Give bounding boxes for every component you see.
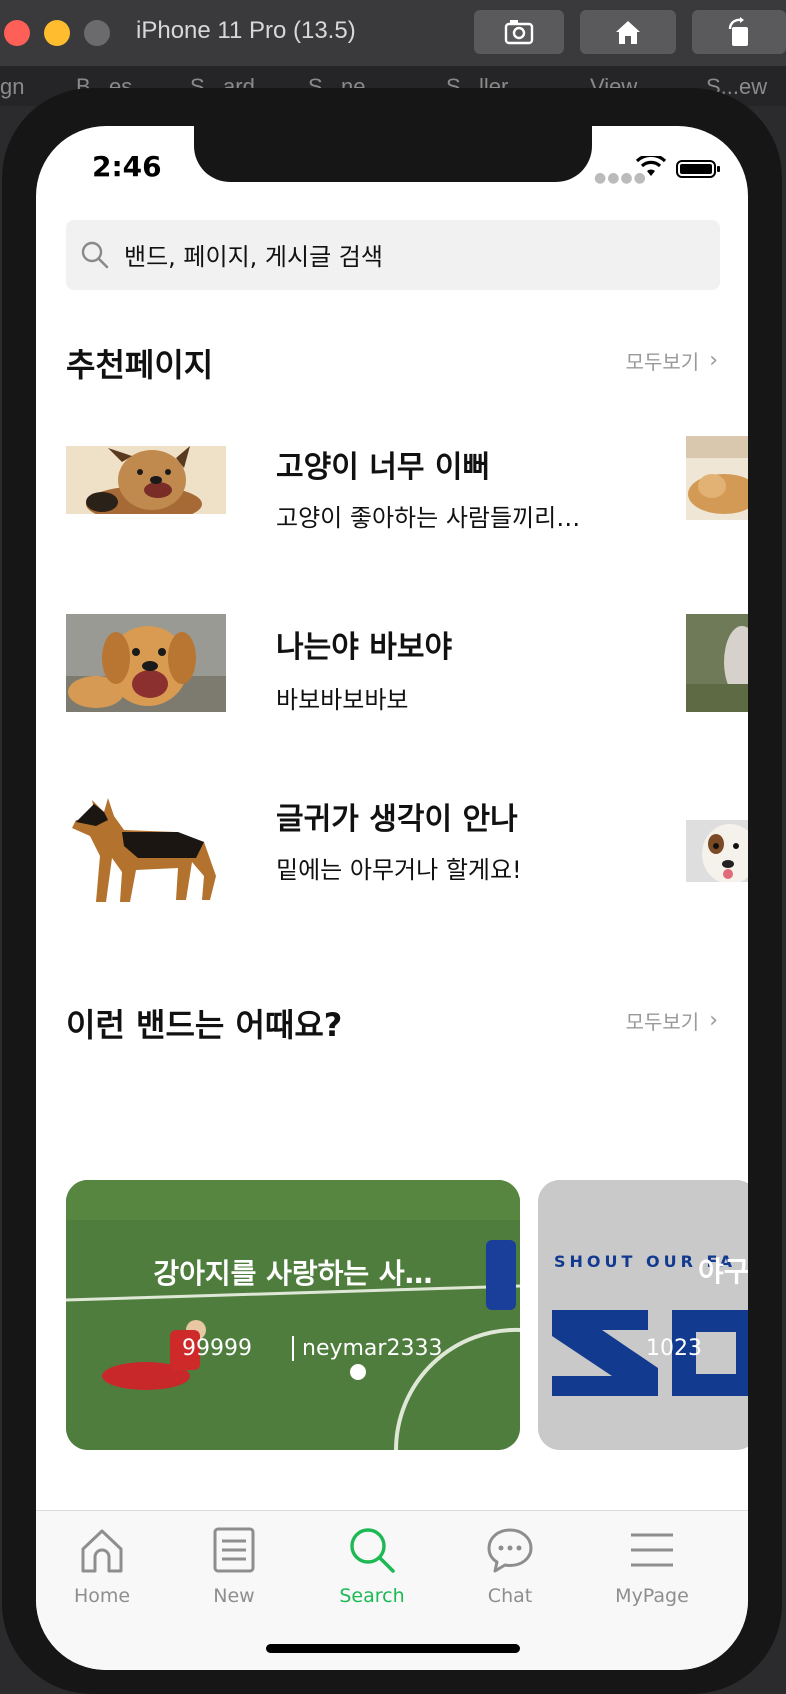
simulator-title: iPhone 11 Pro (13.5) [136,17,356,44]
tab-label: New [213,1585,255,1607]
tab-label: MyPage [615,1585,689,1607]
tab-label: Chat [487,1585,533,1607]
tab-label: Home [73,1585,131,1607]
band-see-all-link[interactable]: 모두보기 › [626,1006,718,1035]
rotate-icon [728,17,748,46]
band-card[interactable]: SHOUT OUR FA 야구 1023 [538,1180,748,1450]
band-member-count: 1023 [646,1336,702,1361]
band-card[interactable]: 강아지를 사랑하는 사… 99999 neymar2333 [66,1180,520,1450]
band-title: 야구 [698,1255,748,1288]
screenshot-button[interactable] [474,10,564,54]
page-description: 바보바보바보 [276,686,409,714]
recommended-pages-title: 추천페이지 [66,346,214,384]
chat-bubble-icon [487,1528,533,1573]
camera-icon [504,20,534,45]
dog-thumbnail [66,614,226,712]
search-icon [350,1528,395,1573]
dog-thumbnail [66,780,226,910]
home-icon [81,1529,123,1573]
home-indicator[interactable] [266,1644,520,1653]
wifi-icon [636,156,666,176]
minimize-window-button[interactable] [44,20,70,46]
tab-new[interactable]: New [174,1525,294,1607]
see-all-label: 모두보기 [625,1010,700,1034]
tab-search[interactable]: Search [312,1525,432,1607]
home-button[interactable] [580,10,676,54]
search-icon [81,241,109,269]
see-all-label: 모두보기 [625,350,700,374]
status-time: 2:46 [92,150,162,183]
tab-chat[interactable]: Chat [450,1525,570,1607]
recommended-see-all-link[interactable]: 모두보기 › [626,346,718,375]
band-member-count: 99999 [182,1336,252,1361]
page-title: 글귀가 생각이 안나 [276,802,518,837]
chevron-right-icon: › [709,1008,718,1033]
close-window-button[interactable] [4,20,30,46]
band-cover-image [538,1180,748,1450]
simulator-title-bar: iPhone 11 Pro (13.5) [0,0,786,66]
next-page-thumbnail[interactable] [686,820,748,882]
page-title: 나는야 바보야 [276,630,453,665]
next-page-thumbnail[interactable] [686,614,748,712]
breadcrumb-item: gn [0,74,25,99]
band-owner: neymar2333 [292,1336,442,1361]
house-icon [616,21,640,44]
tab-mypage[interactable]: MyPage [592,1525,712,1607]
app-screen: 2:46 ●●●● 밴드, 페이지, 게시글 검색 추천페이지 모두보기 › 고… [36,126,748,1670]
recommended-page-card[interactable]: 나는야 바보야 바보바보바보 [66,612,748,732]
device-notch [194,126,592,182]
search-placeholder: 밴드, 페이지, 게시글 검색 [124,243,383,271]
page-title: 고양이 너무 이뻐 [276,450,491,485]
next-page-thumbnail[interactable] [686,436,748,520]
dog-thumbnail [66,446,226,514]
band-cover-image [66,1180,520,1450]
band-title: 강아지를 사랑하는 사… [153,1257,433,1290]
menu-icon [631,1533,673,1567]
chevron-right-icon: › [709,348,718,373]
recommended-page-card[interactable]: 고양이 너무 이뻐 고양이 좋아하는 사람들끼리… [66,442,748,562]
tab-label: Search [339,1585,405,1607]
page-description: 고양이 좋아하는 사람들끼리… [276,504,581,532]
rotate-button[interactable] [692,10,786,54]
page-description: 밑에는 아무거나 할게요! [276,856,522,884]
recommended-page-card[interactable]: 글귀가 생각이 안나 밑에는 아무거나 할게요! [66,780,748,914]
battery-icon [676,160,720,178]
tab-home[interactable]: Home [42,1525,162,1607]
list-icon [213,1527,255,1573]
search-input[interactable]: 밴드, 페이지, 게시글 검색 [66,220,720,290]
zoom-window-button[interactable] [84,20,110,46]
band-suggestions-title: 이런 밴드는 어때요? [66,1006,343,1044]
